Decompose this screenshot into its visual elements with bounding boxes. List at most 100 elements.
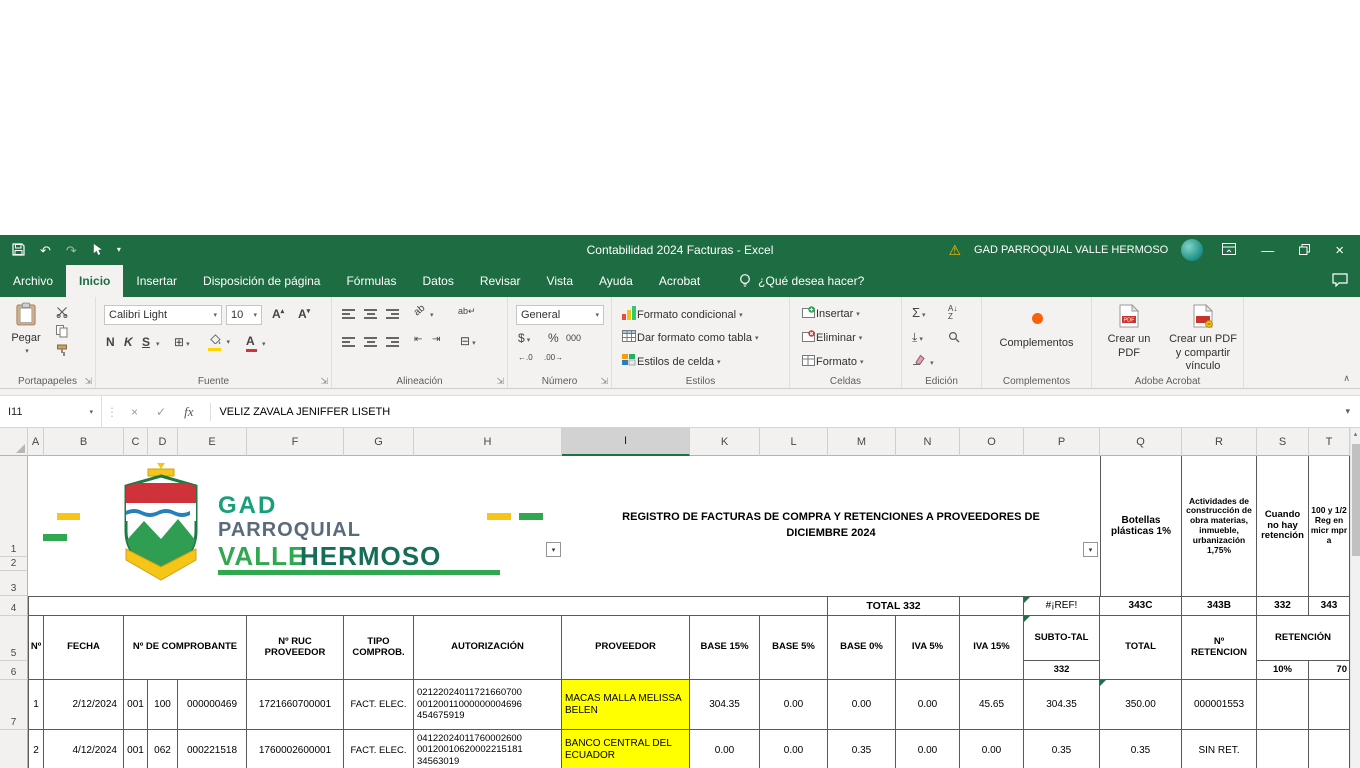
header-tipo[interactable]: TIPO COMPROB. [344, 616, 414, 680]
tab-ayuda[interactable]: Ayuda [586, 265, 646, 297]
increase-decimal-icon[interactable]: ←.0 [518, 353, 533, 362]
decrease-font-icon[interactable]: A▾ [298, 307, 310, 321]
grid-cell[interactable] [960, 596, 1024, 616]
sort-filter-icon[interactable]: A↓Z [948, 305, 957, 321]
grid-cell[interactable]: 304.35 [1024, 680, 1100, 730]
grid-cell-autorizacion[interactable]: 02122024011721660700 0012001100000000469… [414, 680, 562, 730]
grid-cell[interactable]: 304.35 [690, 680, 760, 730]
grid-cell[interactable]: 45.65 [960, 680, 1024, 730]
grid-cell[interactable]: 0.00 [760, 680, 828, 730]
align-middle-icon[interactable] [364, 309, 377, 319]
warning-icon[interactable]: ⚠ [948, 243, 961, 257]
col-header-K[interactable]: K [690, 428, 760, 456]
col-header-S[interactable]: S [1257, 428, 1309, 456]
comments-icon[interactable] [1332, 273, 1348, 290]
header-retencion[interactable]: RETENCIÓN [1257, 616, 1350, 661]
delete-cells-button[interactable]: Eliminar▾ [802, 330, 862, 345]
format-cells-button[interactable]: Formato▾ [802, 354, 863, 369]
ribbon-display-options-icon[interactable] [1216, 243, 1242, 257]
scrollbar-thumb[interactable] [1352, 444, 1360, 556]
save-icon[interactable] [12, 243, 25, 258]
grid-cell-proveedor[interactable]: MACAS MALLA MELISSA BELEN [562, 680, 690, 730]
col-header-D[interactable]: D [148, 428, 178, 456]
header-botellas-plasticas[interactable]: Botellas plásticas 1% [1100, 456, 1182, 596]
autofilter-dropdown-button[interactable]: ▾ [1083, 542, 1098, 557]
col-header-I-selected[interactable]: I [562, 428, 690, 456]
decrease-indent-icon[interactable]: ⇤ [414, 334, 422, 345]
header-num-retencion[interactable]: Nº RETENCION [1182, 616, 1257, 680]
header-base15[interactable]: BASE 15% [690, 616, 760, 680]
tab-archivo[interactable]: Archivo [0, 265, 66, 297]
tab-formulas[interactable]: Fórmulas [333, 265, 409, 297]
find-select-icon[interactable] [948, 331, 960, 346]
italic-button[interactable]: K [124, 335, 133, 349]
font-color-icon[interactable]: A [246, 334, 257, 352]
grid-cell[interactable] [1309, 730, 1350, 768]
autosum-icon[interactable]: Σ▾ [912, 305, 926, 320]
font-name-select[interactable]: Calibri Light▾ [104, 305, 222, 325]
scroll-up-icon[interactable]: ▴ [1351, 430, 1360, 438]
row-header-8[interactable]: 8 [0, 730, 28, 768]
row-header-4[interactable]: 4 [0, 596, 28, 616]
grid-cell[interactable]: 0.35 [828, 730, 896, 768]
touch-mode-icon[interactable] [92, 243, 102, 258]
number-dialog-launcher-icon[interactable]: ⇲ [600, 376, 608, 387]
col-header-C[interactable]: C [124, 428, 148, 456]
grid-cell[interactable]: 0.00 [896, 730, 960, 768]
col-header-O[interactable]: O [960, 428, 1024, 456]
grid-cell[interactable]: 001 [124, 730, 148, 768]
grid-cell[interactable]: 1760002600001 [247, 730, 344, 768]
align-left-icon[interactable] [342, 337, 355, 347]
row-header-3[interactable]: 3 [0, 571, 28, 596]
create-pdf-share-button[interactable]: Crear un PDF y compartir vínculo [1166, 304, 1240, 374]
grid-cell[interactable]: FACT. ELEC. [344, 680, 414, 730]
cancel-entry-icon[interactable]: × [122, 405, 147, 419]
grid-cell[interactable]: 0.35 [1100, 730, 1182, 768]
header-fecha[interactable]: FECHA [44, 616, 124, 680]
header-microempresa[interactable]: 100 y 1/2 Reg en micr mpr a [1309, 456, 1350, 596]
col-header-E[interactable]: E [178, 428, 247, 456]
tab-revisar[interactable]: Revisar [467, 265, 534, 297]
grid-cell-total[interactable]: 350.00 [1100, 680, 1182, 730]
tab-vista[interactable]: Vista [534, 265, 586, 297]
col-header-P[interactable]: P [1024, 428, 1100, 456]
font-size-select[interactable]: 10▾ [226, 305, 262, 325]
insert-cells-button[interactable]: Insertar▾ [802, 306, 860, 321]
grid-cell[interactable]: 1 [28, 680, 44, 730]
grid-cell[interactable]: SIN RET. [1182, 730, 1257, 768]
report-title-cell[interactable]: REGISTRO DE FACTURAS DE COMPRA Y RETENCI… [562, 456, 1100, 596]
account-name[interactable]: GAD PARROQUIAL VALLE HERMOSO [974, 244, 1168, 256]
vertical-scrollbar[interactable]: ▴ [1350, 428, 1360, 768]
logo-cell[interactable]: GAD PARROQUIAL VALLE HERMOSO [28, 456, 562, 596]
header-actividades-construccion[interactable]: Actividades de construcción de obra mate… [1182, 456, 1257, 596]
formula-content[interactable]: VELIZ ZAVALA JENIFFER LISETH [219, 406, 390, 418]
underline-button[interactable]: S [142, 335, 150, 349]
header-comprobante[interactable]: Nº DE COMPROBANTE [124, 616, 247, 680]
increase-indent-icon[interactable]: ⇥ [432, 334, 440, 345]
grid-cell[interactable]: 0.00 [828, 680, 896, 730]
grid-cell[interactable]: 0.35 [1024, 730, 1100, 768]
align-top-icon[interactable] [342, 309, 355, 319]
merge-center-icon[interactable]: ⊟▾ [460, 334, 476, 348]
header-ruc[interactable]: Nº RUC PROVEEDOR [247, 616, 344, 680]
row-header-5[interactable]: 5 [0, 616, 28, 661]
tab-disposicion[interactable]: Disposición de página [190, 265, 333, 297]
total-row-empty-cell[interactable] [28, 596, 828, 616]
row-header-1[interactable]: 1 [0, 456, 28, 557]
tab-datos[interactable]: Datos [409, 265, 466, 297]
total-row-label[interactable]: TOTAL 332 [828, 596, 960, 616]
grid-cell[interactable]: 1721660700001 [247, 680, 344, 730]
grid-cell[interactable]: 100 [148, 680, 178, 730]
grid-cell[interactable] [1257, 680, 1309, 730]
insert-function-icon[interactable]: fx [175, 404, 202, 420]
header-iva15[interactable]: IVA 15% [960, 616, 1024, 680]
grid-cell[interactable] [1309, 680, 1350, 730]
header-numero[interactable]: Nº [28, 616, 44, 680]
comma-format-icon[interactable]: 000 [566, 333, 581, 343]
grid-cell[interactable]: 0.00 [960, 730, 1024, 768]
header-total[interactable]: TOTAL [1100, 616, 1182, 680]
copy-icon[interactable] [56, 325, 68, 341]
select-all-corner[interactable] [0, 428, 28, 456]
underline-dropdown-icon[interactable]: ▾ [156, 340, 160, 348]
bold-button[interactable]: N [106, 335, 115, 349]
